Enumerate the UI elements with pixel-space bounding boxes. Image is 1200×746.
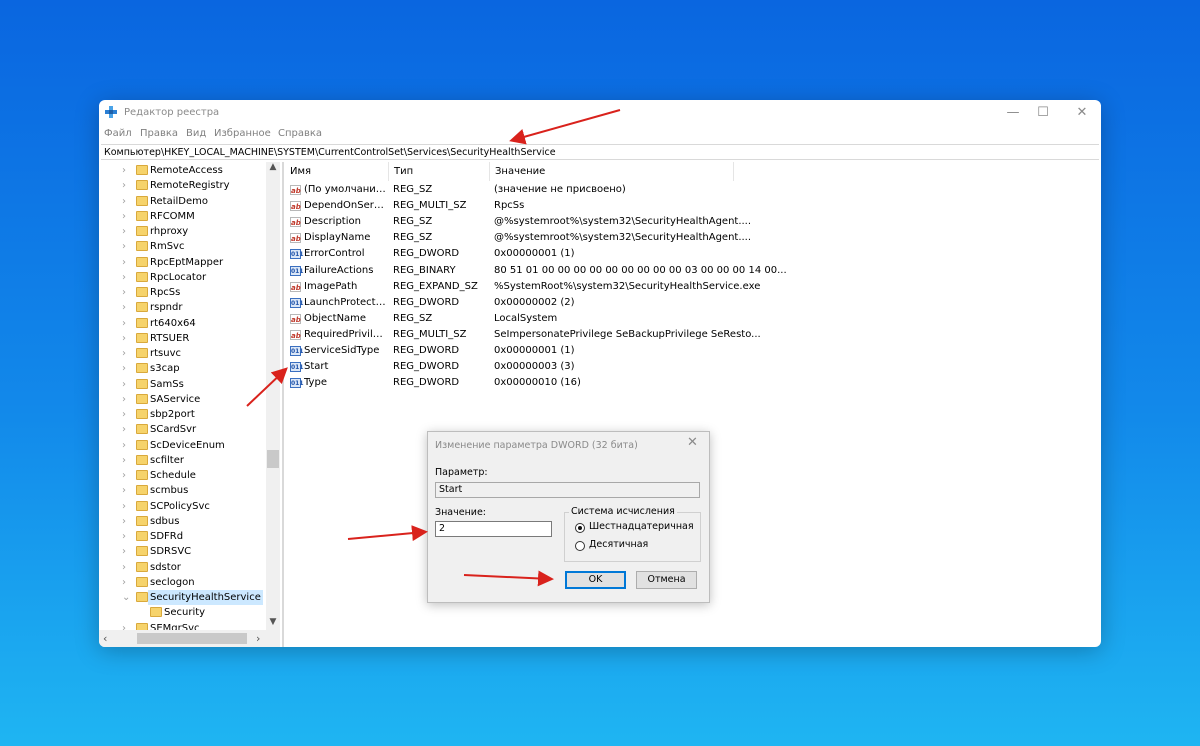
address-bar-arrow [509,109,621,145]
value-field-arrow [347,525,428,542]
ok-button-arrow [463,570,554,587]
start-value-arrow [246,367,288,407]
annotation-arrows [246,109,621,587]
